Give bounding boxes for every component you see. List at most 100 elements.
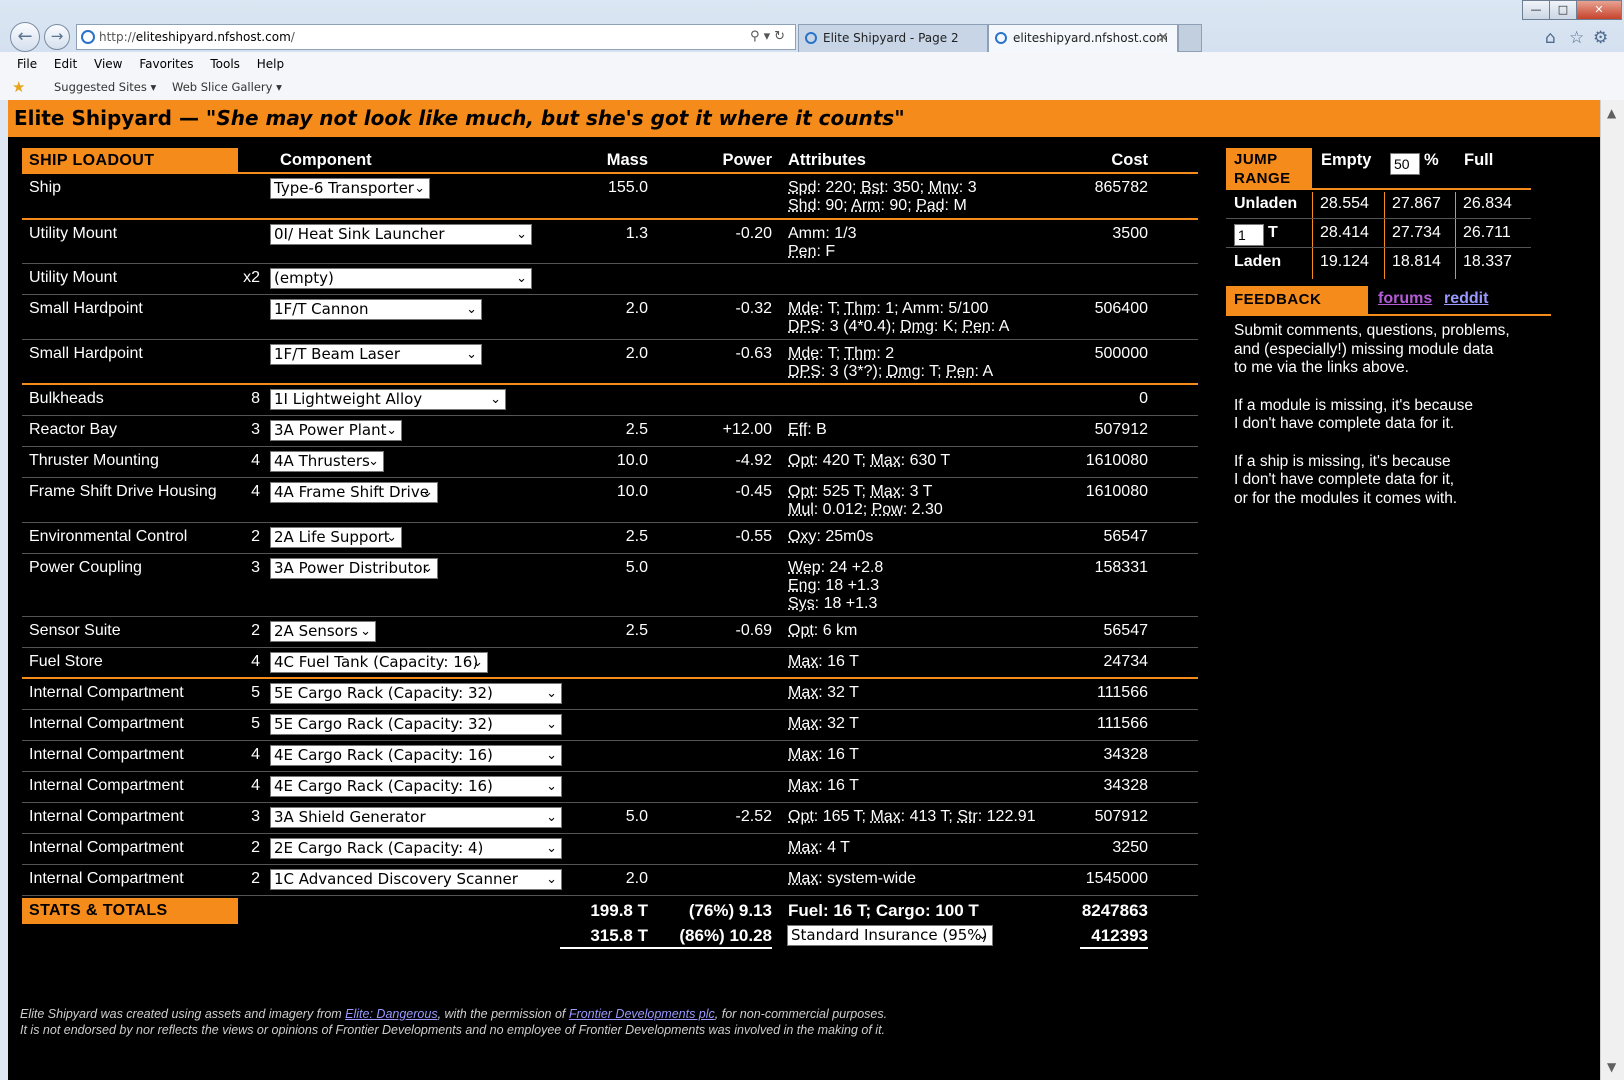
forward-button[interactable]: → bbox=[44, 24, 70, 50]
component-select[interactable]: 1F/T Beam Laser ⌄ bbox=[270, 344, 482, 365]
component-select-box[interactable]: 4E Cargo Rack (Capacity: 16) ⌄ bbox=[270, 776, 562, 797]
component-select-box[interactable]: 3A Power Plant ⌄ bbox=[270, 420, 402, 441]
chevron-down-icon: ⌄ bbox=[466, 347, 477, 362]
component-select[interactable]: 0I/ Heat Sink Launcher ⌄ bbox=[270, 224, 532, 245]
total-capacity-info: Fuel: 16 T; Cargo: 100 T bbox=[788, 901, 979, 920]
home-icon[interactable]: ⌂ bbox=[1545, 28, 1556, 48]
component-select-box[interactable]: 1F/T Beam Laser ⌄ bbox=[270, 344, 482, 365]
menu-tools[interactable]: Tools bbox=[210, 52, 240, 76]
component-select[interactable]: 2A Sensors ⌄ bbox=[270, 621, 376, 642]
jump-value-full: 26.834 bbox=[1463, 195, 1512, 212]
frontier-developments-link[interactable]: Frontier Developments plc bbox=[569, 1007, 715, 1021]
slot-name: Thruster Mounting bbox=[29, 452, 159, 469]
reddit-link[interactable]: reddit bbox=[1444, 290, 1488, 308]
component-select[interactable]: 5E Cargo Rack (Capacity: 32) ⌄ bbox=[270, 683, 562, 704]
component-select[interactable]: 1I Lightweight Alloy ⌄ bbox=[270, 389, 506, 410]
component-select-box[interactable]: 1F/T Cannon ⌄ bbox=[270, 299, 482, 320]
chevron-down-icon: ⌄ bbox=[368, 454, 379, 469]
component-select[interactable]: 4A Thrusters ⌄ bbox=[270, 451, 384, 472]
scroll-up-icon[interactable]: ▲ bbox=[1607, 106, 1616, 120]
chevron-down-icon: ⌄ bbox=[977, 928, 988, 943]
component-select[interactable]: 3A Power Distributor ⌄ bbox=[270, 558, 438, 579]
loadout-row: Internal Compartment 2 1C Advanced Discove… bbox=[22, 865, 1198, 896]
component-select[interactable]: (empty) ⌄ bbox=[270, 268, 532, 289]
component-select[interactable]: 4E Cargo Rack (Capacity: 16) ⌄ bbox=[270, 776, 562, 797]
component-select-box[interactable]: (empty) ⌄ bbox=[270, 268, 532, 289]
component-select-box[interactable]: 4E Cargo Rack (Capacity: 16) ⌄ bbox=[270, 745, 562, 766]
component-select-box[interactable]: 2A Sensors ⌄ bbox=[270, 621, 376, 642]
page-title: Elite Shipyard — bbox=[14, 106, 199, 130]
gear-icon[interactable]: ⚙ bbox=[1593, 28, 1608, 48]
component-select-box[interactable]: 3A Power Distributor ⌄ bbox=[270, 558, 438, 579]
scroll-down-icon[interactable]: ▼ bbox=[1607, 1060, 1616, 1074]
component-select-box[interactable]: 4A Thrusters ⌄ bbox=[270, 451, 384, 472]
cargo-tons-input[interactable]: 1 bbox=[1234, 224, 1264, 246]
url-suffix: / bbox=[290, 30, 295, 44]
component-select[interactable]: 2A Life Support ⌄ bbox=[270, 527, 402, 548]
component-select[interactable]: 4A Frame Shift Drive ⌄ bbox=[270, 482, 438, 503]
maximize-button[interactable]: □ bbox=[1549, 0, 1577, 20]
component-select-box[interactable]: 1C Advanced Discovery Scanner ⌄ bbox=[270, 869, 562, 890]
favorites-bar: ★ Suggested Sites ▾ Web Slice Gallery ▾ bbox=[0, 76, 1624, 100]
menu-file[interactable]: File bbox=[17, 52, 37, 76]
address-bar[interactable]: http://eliteshipyard.nfshost.com/ ⚲▾↻ bbox=[76, 24, 796, 50]
menu-help[interactable]: Help bbox=[257, 52, 284, 76]
chevron-down-icon: ⌄ bbox=[360, 624, 371, 639]
component-select-box[interactable]: 2E Cargo Rack (Capacity: 4) ⌄ bbox=[270, 838, 562, 859]
back-button[interactable]: ← bbox=[10, 22, 40, 52]
module-power: +12.00 bbox=[722, 421, 772, 438]
slot-name: Utility Mount bbox=[29, 269, 118, 286]
fuel-percent-input[interactable]: 50 bbox=[1390, 153, 1420, 175]
menu-view[interactable]: View bbox=[94, 52, 122, 76]
elite-dangerous-link[interactable]: Elite: Dangerous bbox=[345, 1007, 437, 1021]
tab-page-2[interactable]: Elite Shipyard - Page 2 bbox=[798, 24, 988, 52]
component-select-box[interactable]: 2A Life Support ⌄ bbox=[270, 527, 402, 548]
slot-class: 4 bbox=[251, 452, 260, 469]
component-value: 0I/ Heat Sink Launcher bbox=[274, 225, 445, 243]
component-select[interactable]: Type-6 Transporter ⌄ bbox=[270, 178, 430, 199]
component-select[interactable]: 5E Cargo Rack (Capacity: 32) ⌄ bbox=[270, 714, 562, 735]
loadout-row: Sensor Suite 2 2A Sensors ⌄ 2.5 -0.69 Opt: 6 k… bbox=[22, 617, 1198, 648]
dropdown-icon[interactable]: ▾ bbox=[764, 29, 775, 44]
component-select[interactable]: 4E Cargo Rack (Capacity: 16) ⌄ bbox=[270, 745, 562, 766]
loadout-row: Small Hardpoint 1F/T Cannon ⌄ 2.0 -0.32 Mde: … bbox=[22, 295, 1198, 340]
new-tab-button[interactable] bbox=[1178, 24, 1202, 52]
favorites-add-icon[interactable]: ★ bbox=[12, 78, 25, 96]
search-icon[interactable]: ⚲ bbox=[750, 29, 764, 44]
web-slice-gallery-link[interactable]: Web Slice Gallery ▾ bbox=[154, 80, 282, 94]
section-label-jump-range: JUMP RANGE bbox=[1226, 148, 1312, 190]
component-select[interactable]: 3A Power Plant ⌄ bbox=[270, 420, 402, 441]
menu-edit[interactable]: Edit bbox=[54, 52, 77, 76]
component-select[interactable]: 3A Shield Generator ⌄ bbox=[270, 807, 562, 828]
component-select-box[interactable]: 1I Lightweight Alloy ⌄ bbox=[270, 389, 506, 410]
forums-link[interactable]: forums bbox=[1378, 290, 1432, 308]
chevron-down-icon: ⌄ bbox=[546, 686, 557, 701]
component-select-box[interactable]: 3A Shield Generator ⌄ bbox=[270, 807, 562, 828]
insurance-select[interactable]: Standard Insurance (95%) ⌄ bbox=[787, 925, 993, 946]
suggested-sites-link[interactable]: Suggested Sites ▾ bbox=[36, 80, 156, 94]
component-select-box[interactable]: 5E Cargo Rack (Capacity: 32) ⌄ bbox=[270, 714, 562, 735]
menu-favorites[interactable]: Favorites bbox=[139, 52, 193, 76]
section-label-stats-totals: STATS & TOTALS bbox=[22, 898, 238, 924]
total-power-max: (86%) 10.28 bbox=[679, 926, 772, 945]
component-select-box[interactable]: 4A Frame Shift Drive ⌄ bbox=[270, 482, 438, 503]
module-power: -0.20 bbox=[735, 225, 772, 242]
component-select[interactable]: 2E Cargo Rack (Capacity: 4) ⌄ bbox=[270, 838, 562, 859]
component-select-box[interactable]: Type-6 Transporter ⌄ bbox=[270, 178, 430, 199]
tab-eliteshipyard[interactable]: eliteshipyard.nfshost.com ✕ bbox=[988, 24, 1178, 52]
refresh-icon[interactable]: ↻ bbox=[774, 29, 789, 44]
loadout-row: Internal Compartment 2 2E Cargo Rack (Capa… bbox=[22, 834, 1198, 865]
component-select[interactable]: 1C Advanced Discovery Scanner ⌄ bbox=[270, 869, 562, 890]
component-select-box[interactable]: 0I/ Heat Sink Launcher ⌄ bbox=[270, 224, 532, 245]
favorites-star-icon[interactable]: ☆ bbox=[1569, 28, 1584, 48]
component-select[interactable]: 4C Fuel Tank (Capacity: 16) ⌄ bbox=[270, 652, 488, 673]
component-select-box[interactable]: 5E Cargo Rack (Capacity: 32) ⌄ bbox=[270, 683, 562, 704]
text-line: If a module is missing, it's because bbox=[1234, 396, 1474, 414]
component-select[interactable]: 1F/T Cannon ⌄ bbox=[270, 299, 482, 320]
vertical-scrollbar[interactable]: ▲ ▼ bbox=[1600, 100, 1624, 1080]
component-value: 4E Cargo Rack (Capacity: 16) bbox=[274, 746, 493, 764]
component-select-box[interactable]: 4C Fuel Tank (Capacity: 16) ⌄ bbox=[270, 652, 488, 673]
close-window-button[interactable]: ✕ bbox=[1576, 0, 1622, 20]
close-tab-icon[interactable]: ✕ bbox=[1157, 25, 1169, 51]
minimize-button[interactable]: — bbox=[1522, 0, 1550, 20]
